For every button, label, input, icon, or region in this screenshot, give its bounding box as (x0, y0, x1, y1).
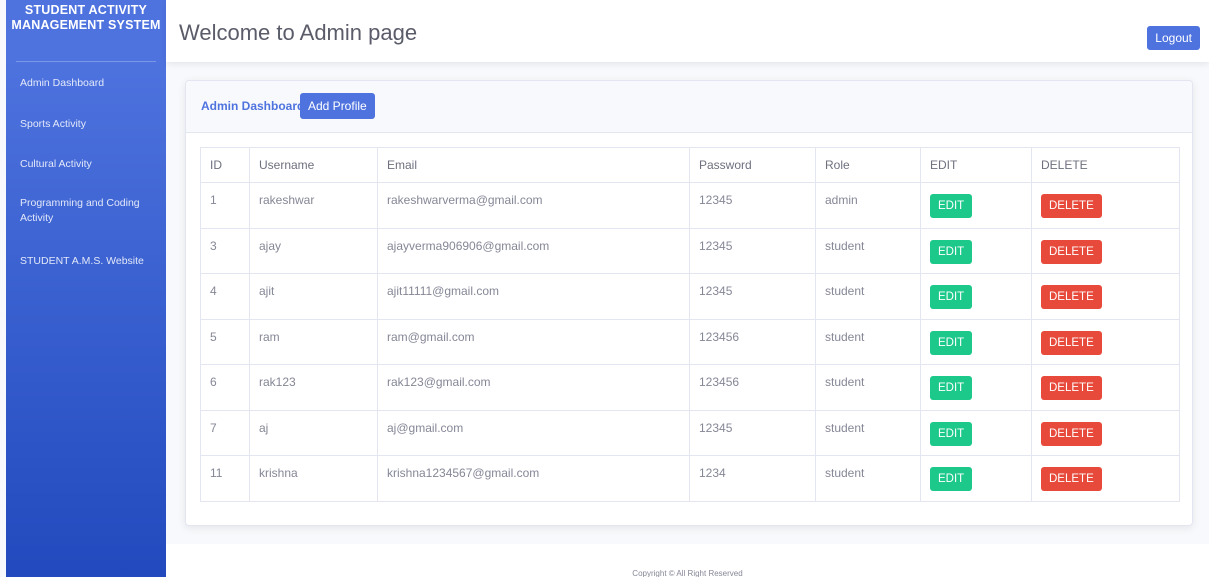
cell-edit: EDIT (920, 273, 1032, 320)
cell-password: 123456 (689, 364, 816, 411)
cell-delete: DELETE (1031, 455, 1180, 502)
column-header-username: Username (249, 147, 378, 183)
cell-id: 6 (200, 364, 250, 411)
cell-email: rakeshwarverma@gmail.com (377, 182, 690, 229)
cell-password: 12345 (689, 409, 816, 456)
cell-edit: EDIT (920, 318, 1032, 365)
cell-edit: EDIT (920, 364, 1032, 411)
sidebar-brand[interactable]: STUDENT ACTIVITY MANAGEMENT SYSTEM (6, 0, 166, 62)
add-profile-button[interactable]: Add Profile (300, 93, 375, 119)
column-header-id: ID (200, 147, 250, 183)
sidebar-item-programming-activity[interactable]: Programming and Coding Activity (6, 196, 156, 226)
edit-button[interactable]: EDIT (930, 467, 973, 491)
cell-email: aj@gmail.com (377, 409, 690, 456)
cell-id: 5 (200, 318, 250, 365)
cell-email: ram@gmail.com (377, 318, 690, 365)
cell-username: ajit (249, 273, 378, 320)
card-header: Admin Dashboard Add Profile (186, 81, 1192, 133)
cell-delete: DELETE (1031, 182, 1180, 229)
cell-password: 12345 (689, 227, 816, 274)
sidebar-item-admin-dashboard[interactable]: Admin Dashboard (6, 76, 118, 91)
edit-button[interactable]: EDIT (930, 239, 973, 264)
table-row: 4 ajit ajit11111@gmail.com 12345 student… (200, 273, 1180, 320)
delete-button[interactable]: DELETE (1041, 285, 1102, 309)
column-header-password: Password (689, 147, 816, 183)
cell-username: rak123 (249, 364, 378, 411)
cell-delete: DELETE (1031, 273, 1180, 320)
breadcrumb[interactable]: Admin Dashboard (201, 99, 304, 113)
cell-email: ajayverma906906@gmail.com (377, 227, 690, 274)
sidebar: STUDENT ACTIVITY MANAGEMENT SYSTEM Admin… (6, 0, 166, 577)
cell-username: ram (249, 318, 378, 365)
table-row: 3 ajay ajayverma906906@gmail.com 12345 s… (200, 227, 1180, 274)
table-header-row: ID Username Email Password Role EDIT DEL… (200, 147, 1180, 183)
table-row: 11 krishna krishna1234567@gmail.com 1234… (200, 455, 1180, 502)
cell-role: student (815, 364, 921, 411)
cell-password: 123456 (689, 318, 816, 365)
copyright-text: Copyright © All Right Reserved (632, 569, 743, 577)
edit-button[interactable]: EDIT (930, 421, 973, 446)
cell-edit: EDIT (920, 227, 1032, 274)
delete-button[interactable]: DELETE (1041, 376, 1102, 400)
edit-button[interactable]: EDIT (930, 330, 973, 355)
cell-role: student (815, 227, 921, 274)
cell-role: student (815, 273, 921, 320)
cell-edit: EDIT (920, 409, 1032, 456)
edit-button[interactable]: EDIT (930, 285, 973, 309)
users-card: Admin Dashboard Add Profile ID Username … (185, 80, 1193, 526)
delete-button[interactable]: DELETE (1041, 330, 1102, 355)
delete-button[interactable]: DELETE (1041, 239, 1102, 264)
column-header-email: Email (377, 147, 690, 183)
cell-password: 1234 (689, 455, 816, 502)
cell-role: student (815, 409, 921, 456)
sidebar-item-website[interactable]: STUDENT A.M.S. Website (6, 254, 158, 269)
sidebar-item-cultural-activity[interactable]: Cultural Activity (6, 157, 106, 172)
column-header-role: Role (815, 147, 921, 183)
edit-button[interactable]: EDIT (930, 376, 973, 400)
edit-button[interactable]: EDIT (930, 194, 973, 218)
delete-button[interactable]: DELETE (1041, 467, 1102, 491)
column-header-delete: DELETE (1031, 147, 1180, 183)
footer: Copyright © All Right Reserved (166, 544, 1209, 577)
cell-edit: EDIT (920, 455, 1032, 502)
cell-username: ajay (249, 227, 378, 274)
cell-email: rak123@gmail.com (377, 364, 690, 411)
cell-password: 12345 (689, 273, 816, 320)
cell-username: krishna (249, 455, 378, 502)
cell-role: admin (815, 182, 921, 229)
cell-delete: DELETE (1031, 318, 1180, 365)
cell-password: 12345 (689, 182, 816, 229)
cell-username: aj (249, 409, 378, 456)
table-row: 5 ram ram@gmail.com 123456 student EDIT … (200, 318, 1180, 365)
cell-id: 1 (200, 182, 250, 229)
cell-delete: DELETE (1031, 364, 1180, 411)
topbar: Welcome to Admin page Logout (166, 0, 1209, 62)
cell-delete: DELETE (1031, 409, 1180, 456)
cell-role: student (815, 318, 921, 365)
table-row: 6 rak123 rak123@gmail.com 123456 student… (200, 364, 1180, 411)
table-row: 1 rakeshwar rakeshwarverma@gmail.com 123… (200, 182, 1180, 229)
cell-email: ajit11111@gmail.com (377, 273, 690, 320)
cell-id: 11 (200, 455, 250, 502)
cell-id: 4 (200, 273, 250, 320)
users-table: ID Username Email Password Role EDIT DEL… (200, 147, 1180, 502)
table-row: 7 aj aj@gmail.com 12345 student EDIT DEL… (200, 409, 1180, 456)
delete-button[interactable]: DELETE (1041, 421, 1102, 446)
cell-id: 3 (200, 227, 250, 274)
page-title: Welcome to Admin page (179, 20, 418, 45)
delete-button[interactable]: DELETE (1041, 194, 1102, 218)
sidebar-item-sports-activity[interactable]: Sports Activity (6, 117, 100, 132)
cell-id: 7 (200, 409, 250, 456)
logout-button[interactable]: Logout (1147, 26, 1200, 50)
cell-email: krishna1234567@gmail.com (377, 455, 690, 502)
cell-edit: EDIT (920, 182, 1032, 229)
cell-delete: DELETE (1031, 227, 1180, 274)
cell-username: rakeshwar (249, 182, 378, 229)
sidebar-divider (16, 61, 156, 62)
cell-role: student (815, 455, 921, 502)
column-header-edit: EDIT (920, 147, 1032, 183)
